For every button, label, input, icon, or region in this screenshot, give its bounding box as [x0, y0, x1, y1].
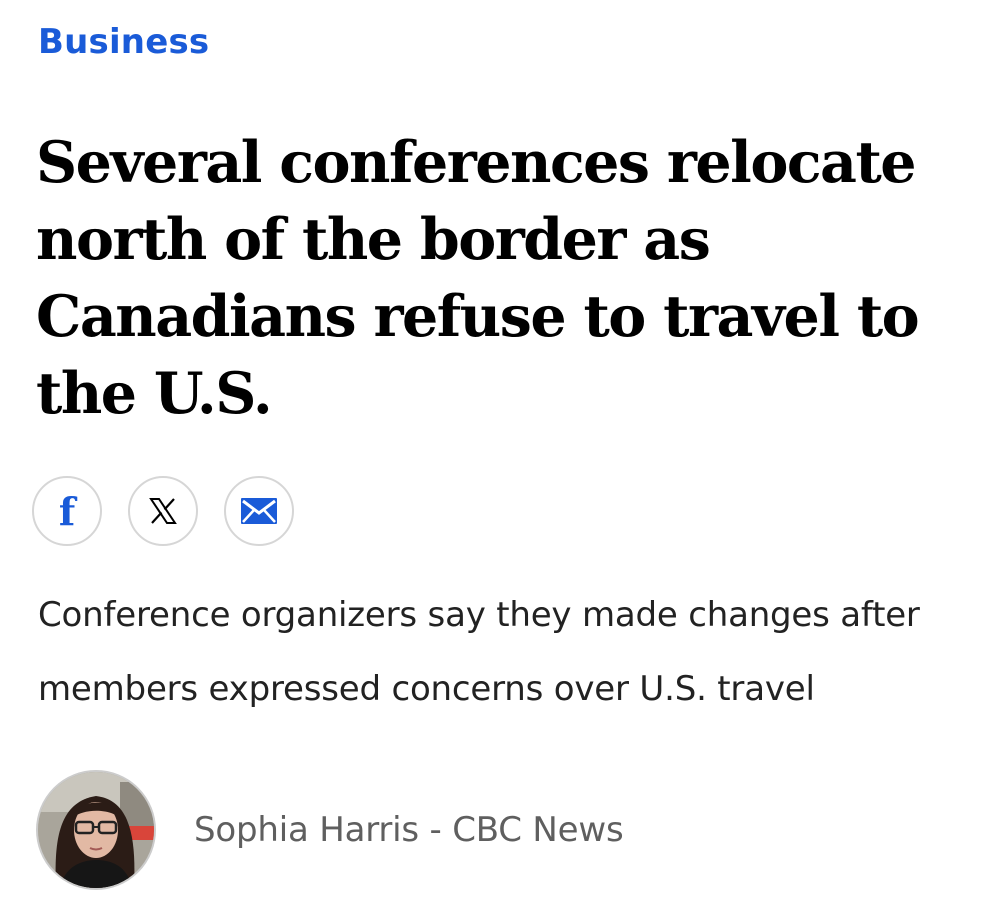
mail-icon: [241, 498, 277, 524]
share-facebook-button[interactable]: f: [32, 476, 102, 546]
facebook-icon: f: [58, 489, 76, 534]
author-name[interactable]: Sophia Harris - CBC News: [194, 810, 624, 850]
x-icon: [149, 498, 177, 524]
byline: Sophia Harris - CBC News: [36, 770, 624, 890]
share-x-button[interactable]: [128, 476, 198, 546]
author-photo: [38, 772, 154, 888]
article-headline: Several conferences relocate north of th…: [36, 129, 920, 427]
share-bar: f: [32, 476, 294, 546]
share-email-button[interactable]: [224, 476, 294, 546]
article-subheadline: Conference organizers say they made chan…: [38, 595, 920, 709]
category-link[interactable]: Business: [38, 22, 209, 62]
author-avatar[interactable]: [36, 770, 156, 890]
